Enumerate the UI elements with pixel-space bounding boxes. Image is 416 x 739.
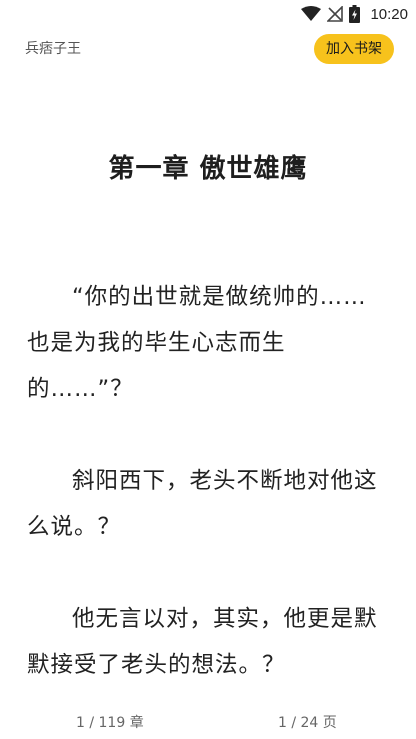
chapter-progress: 1 / 119 章 [76, 715, 144, 731]
paragraph: “你的出世就是做统帅的……也是为我的毕生心志而生的……”？ [27, 284, 367, 402]
no-signal-icon [327, 6, 344, 22]
reader-page: 10:20 兵痞子王 加入书架 第一章 傲世雄鹰 “你的出世就是做统帅的……也是… [0, 0, 416, 739]
paragraph: 斜阳西下，老头不断地对他这么说。？ [27, 468, 378, 540]
status-icons: 10:20 [301, 4, 408, 24]
status-bar: 10:20 [0, 0, 416, 28]
chapter-title: 第一章 傲世雄鹰 [108, 154, 308, 184]
page-progress: 1 / 24 页 [278, 715, 337, 731]
book-title: 兵痞子王 [25, 41, 81, 57]
status-time: 10:20 [370, 5, 408, 23]
reader-footer: 1 / 119 章 1 / 24 页 [0, 712, 416, 734]
chapter-content[interactable]: “你的出世就是做统帅的……也是为我的毕生心志而生的……”？ 斜阳西下，老头不断地… [27, 274, 389, 734]
paragraph: 他无言以对，其实，他更是默默接受了老头的想法。？ [27, 606, 378, 678]
battery-icon [349, 5, 361, 23]
wifi-icon [301, 6, 322, 22]
add-to-shelf-button[interactable]: 加入书架 [314, 34, 394, 64]
